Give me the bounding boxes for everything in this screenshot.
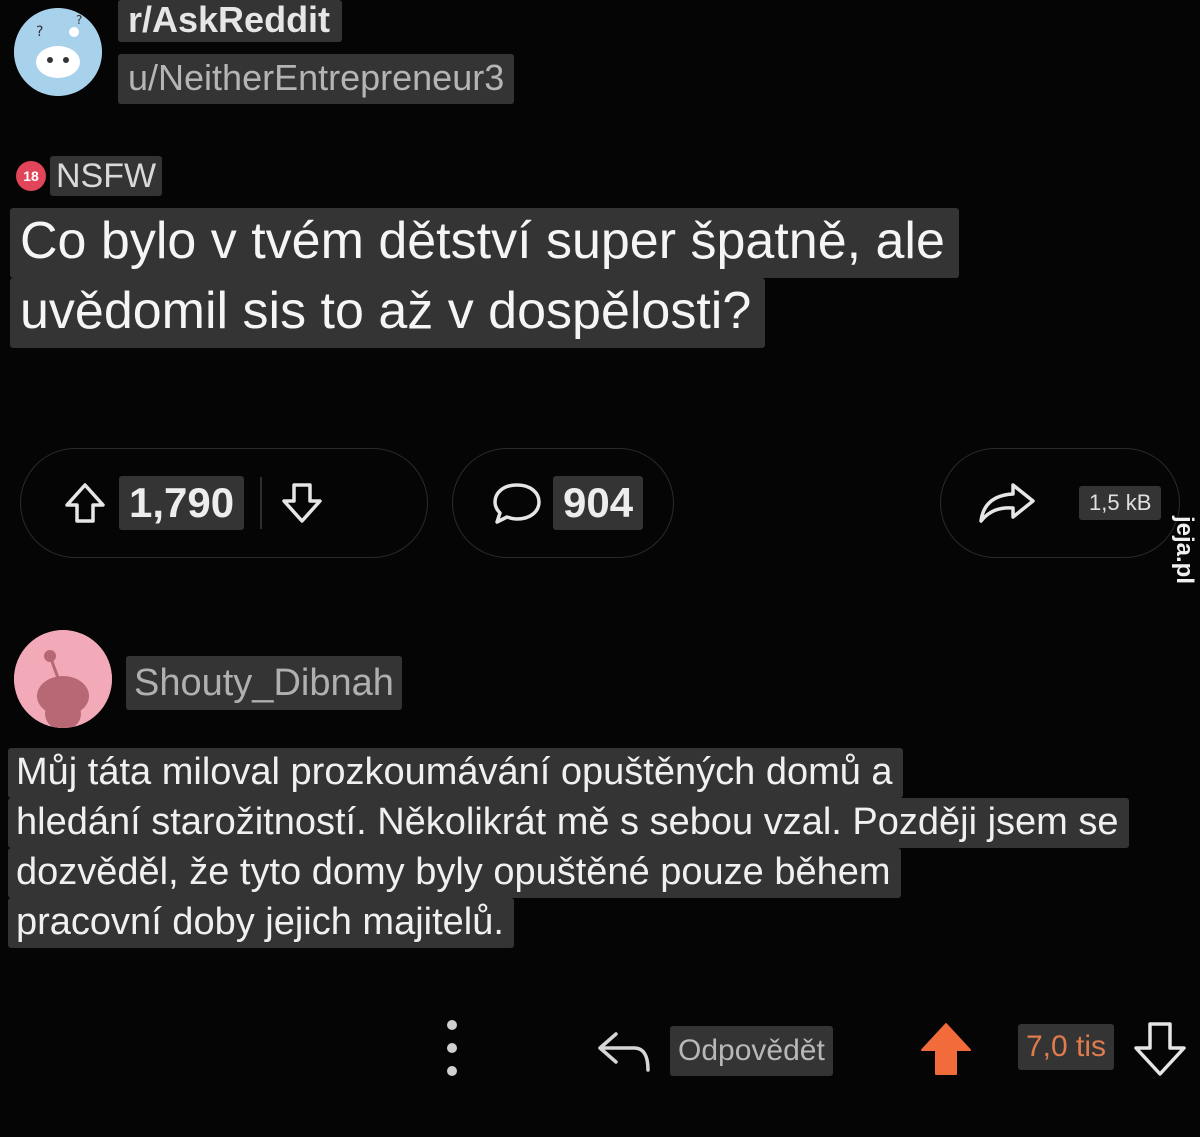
nsfw-tag: 18 NSFW	[16, 156, 163, 196]
svg-text:?: ?	[36, 24, 43, 40]
comment-line: Můj táta miloval prozkoumávání opuštěnýc…	[8, 748, 903, 798]
snoo-avatar-icon	[14, 630, 112, 728]
upvote-count: 1,790	[119, 476, 245, 530]
watermark-text: jeja.pl	[1171, 515, 1198, 585]
comment-line: pracovní doby jejich majitelů.	[8, 898, 514, 948]
commenter-username[interactable]: Shouty_Dibnah	[126, 656, 402, 710]
comments-button[interactable]: 904	[452, 448, 674, 558]
arrow-down-icon[interactable]	[1132, 1020, 1188, 1078]
post-author[interactable]: u/NeitherEntrepreneur3	[118, 54, 515, 104]
reply-arrow-icon[interactable]	[594, 1026, 654, 1076]
subreddit-name[interactable]: r/AskReddit	[118, 0, 343, 42]
share-size-label: 1,5 kB	[1079, 486, 1162, 520]
nsfw-18-icon: 18	[16, 161, 46, 191]
share-arrow-icon	[979, 483, 1035, 523]
share-button[interactable]: 1,5 kB	[940, 448, 1180, 558]
post-title[interactable]: Co bylo v tvém dětství super špatně, ale…	[10, 208, 1150, 348]
nsfw-label: NSFW	[50, 156, 163, 196]
subreddit-avatar[interactable]: ? ?	[14, 8, 102, 96]
snoo-icon: ? ?	[14, 8, 102, 96]
watermark: jeja.pl	[1168, 490, 1200, 610]
three-dots-icon[interactable]	[440, 1020, 464, 1076]
comment-score: 7,0 tis	[1018, 1024, 1115, 1070]
reply-button[interactable]: Odpovědět	[670, 1026, 833, 1076]
comment-count: 904	[553, 476, 644, 530]
vote-divider	[260, 477, 263, 529]
comment-line: dozvěděl, že tyto domy byly opuštěné pou…	[8, 848, 901, 898]
post-title-line: Co bylo v tvém dětství super špatně, ale	[10, 208, 959, 278]
svg-text:?: ?	[76, 13, 82, 27]
vote-control: 1,790	[20, 448, 428, 558]
post-title-line: uvědomil sis to až v dospělosti?	[10, 278, 766, 348]
comment-body: Můj táta miloval prozkoumávání opuštěnýc…	[8, 748, 1178, 948]
speech-bubble-icon	[493, 483, 541, 524]
arrow-down-icon[interactable]	[278, 479, 326, 527]
commenter-avatar[interactable]	[14, 630, 112, 728]
comment-line: hledání starožitností. Několikrát mě s s…	[8, 798, 1129, 848]
arrow-up-icon[interactable]	[61, 479, 109, 527]
upvoted-arrow-icon[interactable]	[918, 1020, 974, 1078]
